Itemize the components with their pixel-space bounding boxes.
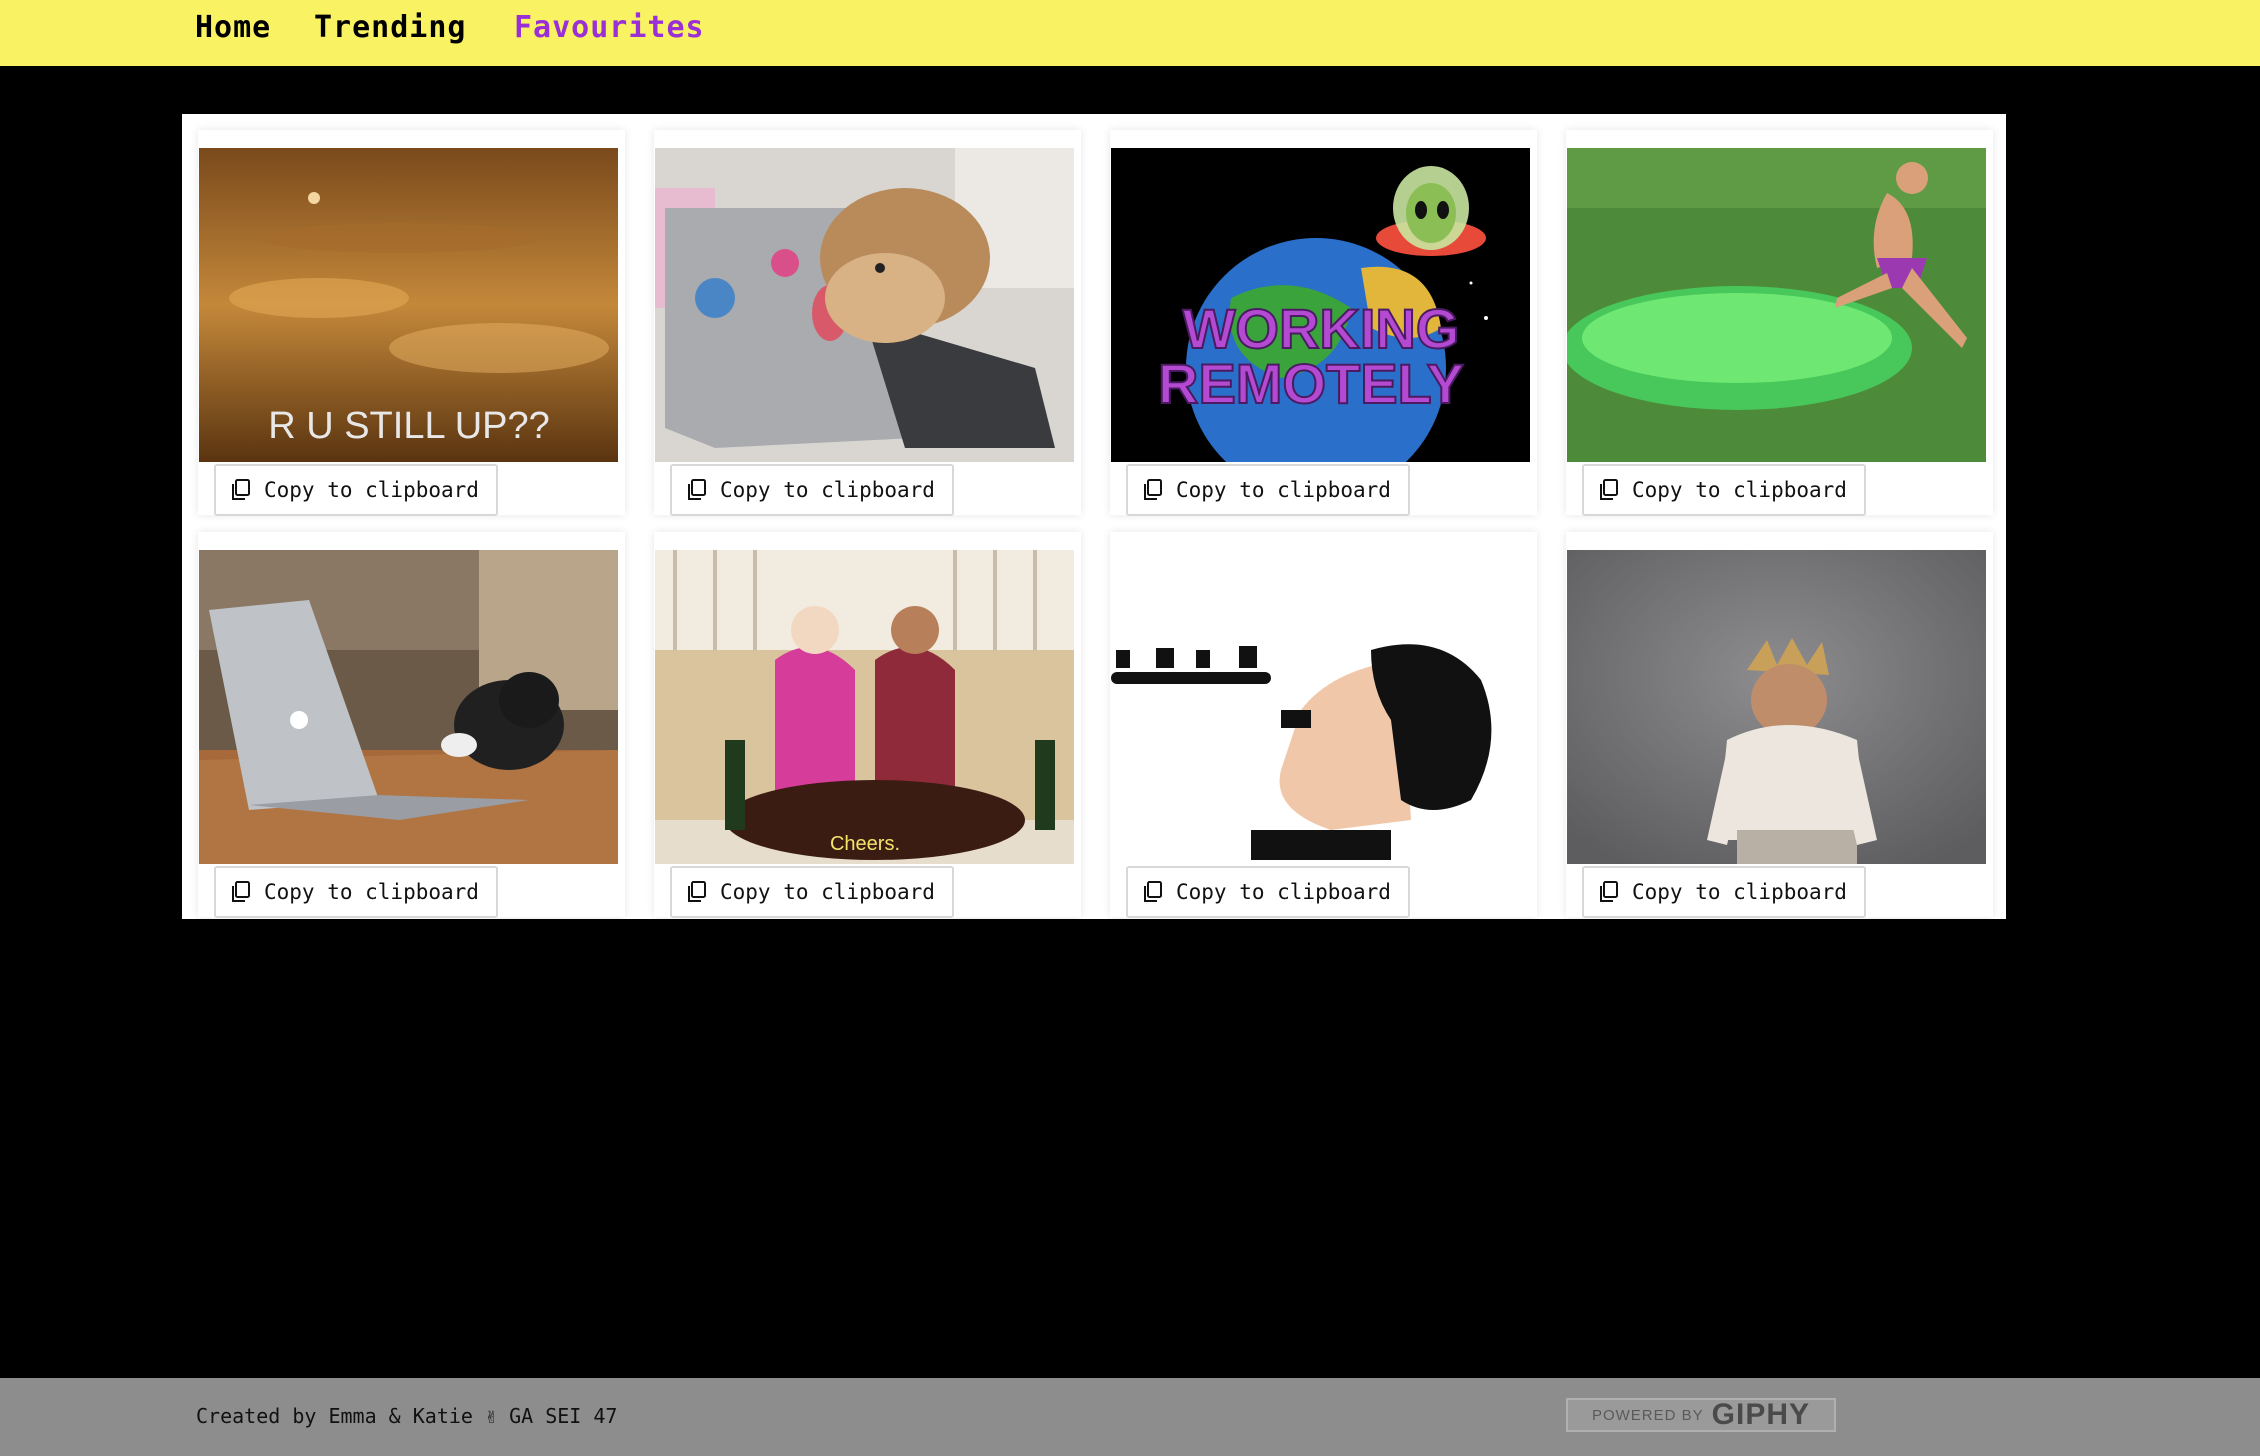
- giphy-badge-small-text: POWERED BY: [1591, 1406, 1704, 1424]
- copy-to-clipboard-button[interactable]: Copy to clipboard: [1126, 464, 1410, 516]
- gif-image: [655, 148, 1074, 462]
- gif-card: R U STILL UP?? Copy to clipboard: [198, 130, 625, 516]
- favourites-grid: R U STILL UP?? Copy to clipboard Copy to…: [182, 114, 2006, 919]
- gif-caption-line1: WORKING: [1183, 297, 1460, 360]
- gif-card: Copy to clipboard: [198, 532, 625, 918]
- copy-button-label: Copy to clipboard: [264, 478, 479, 502]
- clipboard-icon: [1600, 881, 1618, 902]
- gif-card: Copy to clipboard: [654, 130, 1081, 516]
- gif-card: Copy to clipboard: [1110, 532, 1537, 918]
- gif-image: [1111, 550, 1530, 864]
- gif-card: Copy to clipboard: [1566, 130, 1993, 516]
- copy-to-clipboard-button[interactable]: Copy to clipboard: [1126, 866, 1410, 918]
- copy-button-label: Copy to clipboard: [1632, 880, 1847, 904]
- clipboard-icon: [1144, 479, 1162, 500]
- clipboard-icon: [232, 479, 250, 500]
- nav-favourites-link[interactable]: Favourites: [514, 10, 705, 46]
- clipboard-icon: [688, 479, 706, 500]
- clipboard-icon: [232, 881, 250, 902]
- gif-image: [1567, 148, 1986, 462]
- gif-image: WORKING REMOTELY: [1111, 148, 1530, 462]
- copy-to-clipboard-button[interactable]: Copy to clipboard: [1582, 464, 1866, 516]
- nav-trending-link[interactable]: Trending: [314, 10, 467, 46]
- copy-to-clipboard-button[interactable]: Copy to clipboard: [670, 464, 954, 516]
- copy-button-label: Copy to clipboard: [720, 478, 935, 502]
- footer-credit: Created by Emma & Katie ✌ GA SEI 47: [196, 1404, 618, 1428]
- copy-to-clipboard-button[interactable]: Copy to clipboard: [670, 866, 954, 918]
- clipboard-icon: [1144, 881, 1162, 902]
- gif-card: Cheers. Copy to clipboard: [654, 532, 1081, 918]
- gif-caption: Cheers.: [830, 833, 900, 855]
- copy-button-label: Copy to clipboard: [1632, 478, 1847, 502]
- copy-to-clipboard-button[interactable]: Copy to clipboard: [214, 866, 498, 918]
- copy-to-clipboard-button[interactable]: Copy to clipboard: [1582, 866, 1866, 918]
- powered-by-giphy-badge[interactable]: POWERED BY GIPHY: [1566, 1398, 1836, 1432]
- clipboard-icon: [1600, 479, 1618, 500]
- copy-button-label: Copy to clipboard: [1176, 880, 1391, 904]
- gif-image: R U STILL UP??: [199, 148, 618, 462]
- clipboard-icon: [688, 881, 706, 902]
- copy-to-clipboard-button[interactable]: Copy to clipboard: [214, 464, 498, 516]
- page-footer: Created by Emma & Katie ✌ GA SEI 47 POWE…: [0, 1378, 2260, 1456]
- copy-button-label: Copy to clipboard: [1176, 478, 1391, 502]
- gif-image: [1567, 550, 1986, 864]
- gif-card: Copy to clipboard: [1566, 532, 1993, 918]
- nav-home-link[interactable]: Home: [195, 10, 271, 46]
- copy-button-label: Copy to clipboard: [264, 880, 479, 904]
- gif-image: Cheers.: [655, 550, 1074, 864]
- giphy-logo-text: GIPHY: [1711, 1398, 1811, 1431]
- gif-card: WORKING REMOTELY Copy to clipboard: [1110, 130, 1537, 516]
- copy-button-label: Copy to clipboard: [720, 880, 935, 904]
- gif-caption: R U STILL UP??: [268, 405, 550, 447]
- gif-caption-line2: REMOTELY: [1158, 352, 1464, 415]
- top-navbar: Home Trending Favourites: [0, 0, 2260, 66]
- gif-image: [199, 550, 618, 864]
